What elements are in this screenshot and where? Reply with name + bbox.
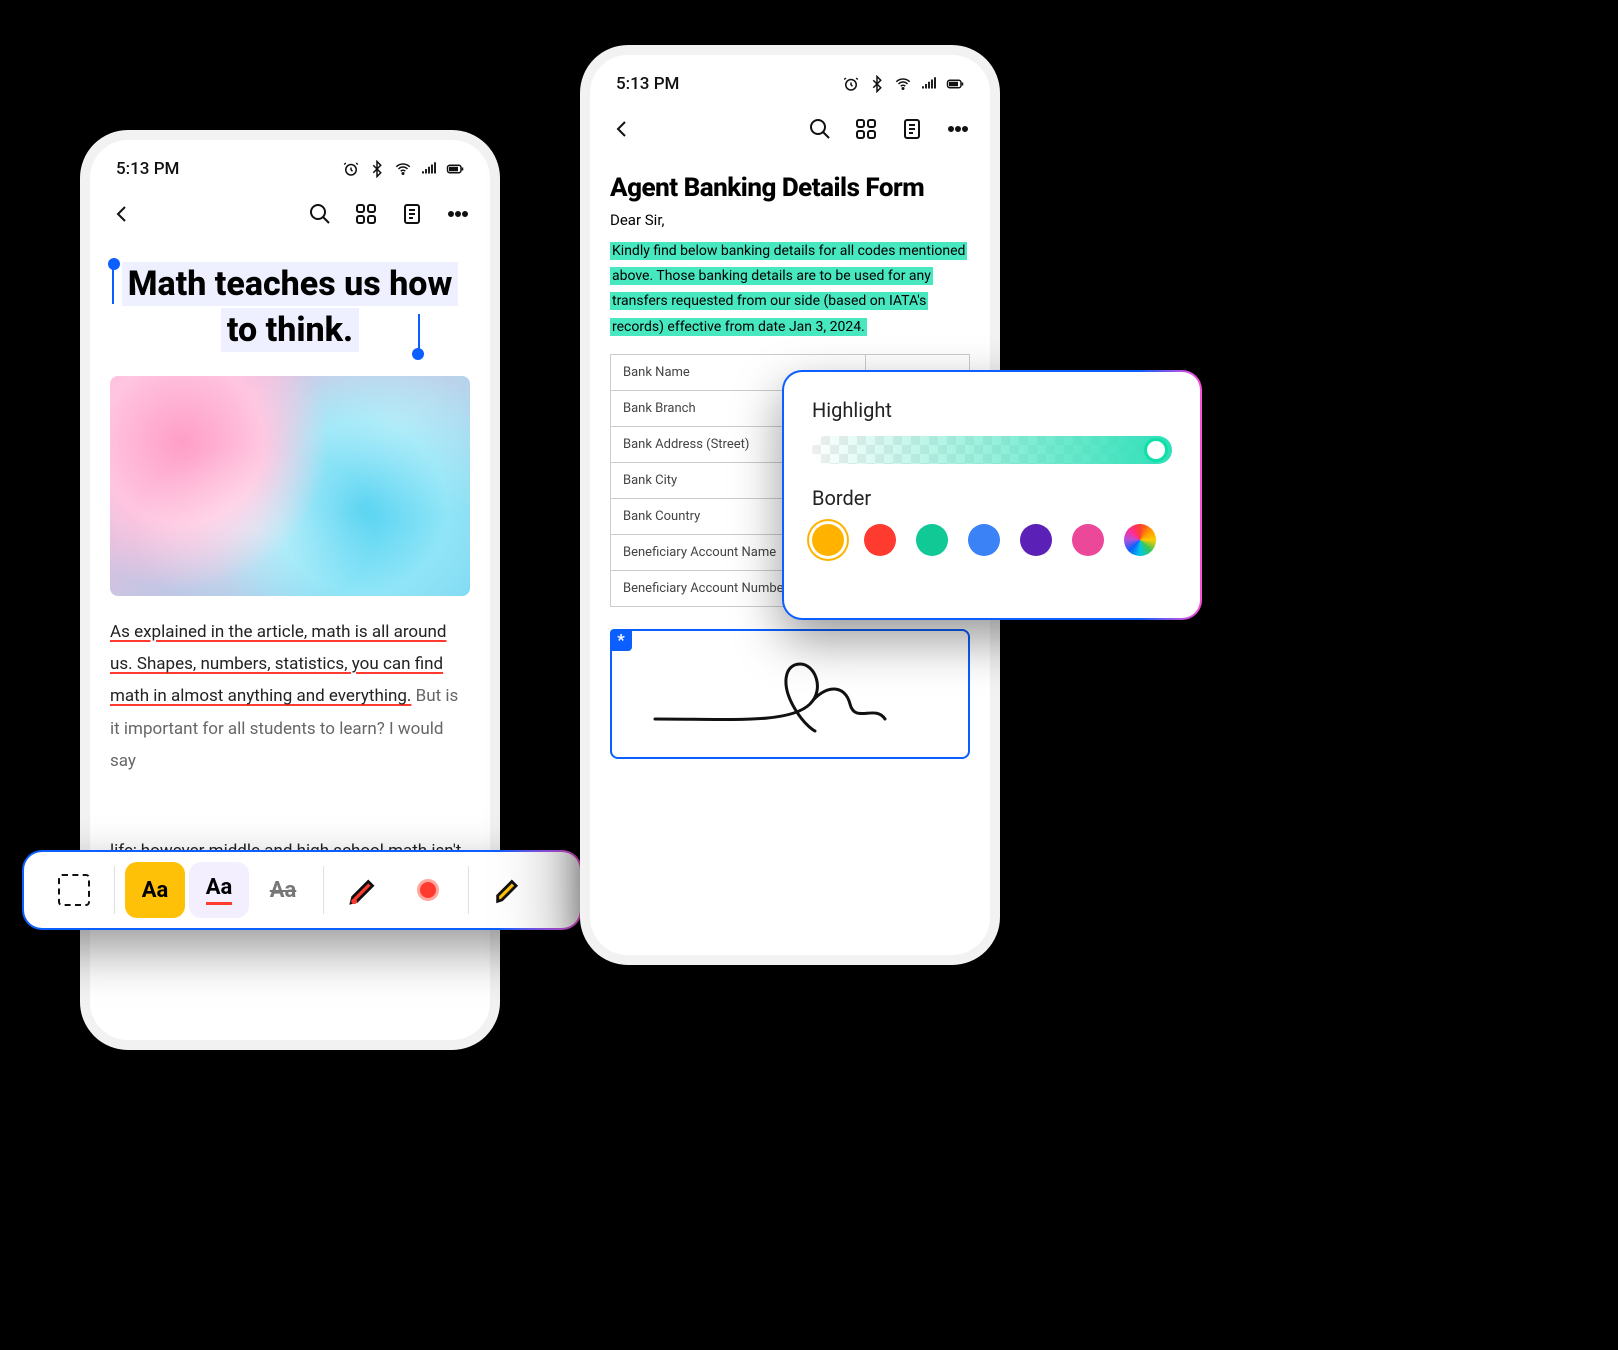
battery-icon <box>946 75 964 93</box>
highlighter-tool-button[interactable] <box>479 862 539 918</box>
highlight-label: Aa <box>142 878 169 903</box>
color-swatches <box>812 524 1172 556</box>
required-badge: * <box>610 629 632 651</box>
separator <box>468 866 469 914</box>
more-icon[interactable] <box>946 117 970 141</box>
select-area-button[interactable] <box>44 862 104 918</box>
back-icon[interactable] <box>610 117 634 141</box>
separator <box>114 866 115 914</box>
page-icon[interactable] <box>900 117 924 141</box>
search-icon[interactable] <box>308 202 332 226</box>
separator <box>323 866 324 914</box>
wifi-icon <box>894 75 912 93</box>
form-title: Agent Banking Details Form <box>610 173 970 203</box>
color-swatch[interactable] <box>916 524 948 556</box>
document-body-paragraph: As explained in the article, math is all… <box>110 616 470 777</box>
top-nav <box>610 103 970 155</box>
grid-icon[interactable] <box>854 117 878 141</box>
pen-tool-button[interactable] <box>334 862 394 918</box>
page-icon[interactable] <box>400 202 424 226</box>
selection-handle-start-icon[interactable] <box>108 258 120 270</box>
slider-knob-icon[interactable] <box>1144 438 1168 462</box>
battery-icon <box>446 160 464 178</box>
wifi-icon <box>394 160 412 178</box>
alarm-icon <box>842 75 860 93</box>
color-swatch[interactable] <box>1020 524 1052 556</box>
border-section-label: Border <box>812 486 1172 510</box>
status-bar: 5:13 PM <box>610 71 970 97</box>
status-bar: 5:13 PM <box>110 156 470 182</box>
form-intro-highlighted: Kindly find below banking details for al… <box>610 239 970 340</box>
grid-icon[interactable] <box>354 202 378 226</box>
custom-color-swatch[interactable] <box>1124 524 1156 556</box>
underlined-text: As explained in the article, math is all… <box>110 622 446 707</box>
pen-icon <box>347 873 381 907</box>
search-icon[interactable] <box>808 117 832 141</box>
color-swatch[interactable] <box>864 524 896 556</box>
dashed-square-icon <box>58 874 90 906</box>
selection-handle-end-icon[interactable] <box>412 348 424 360</box>
status-time: 5:13 PM <box>616 74 679 94</box>
signal-icon <box>920 75 938 93</box>
top-nav <box>110 188 470 240</box>
underline-label: Aa <box>206 875 233 905</box>
format-toolbar: Aa Aa Aa <box>22 850 582 930</box>
signature-field[interactable]: * <box>610 629 970 759</box>
back-icon[interactable] <box>110 202 134 226</box>
highlight-section-label: Highlight <box>812 398 1172 422</box>
status-icons <box>842 75 964 93</box>
status-time: 5:13 PM <box>116 159 179 179</box>
status-icons <box>342 160 464 178</box>
strikethrough-style-button[interactable]: Aa <box>253 862 313 918</box>
red-dot-icon <box>417 879 439 901</box>
strike-label: Aa <box>270 878 297 903</box>
bluetooth-icon <box>368 160 386 178</box>
color-swatch[interactable] <box>968 524 1000 556</box>
signal-icon <box>420 160 438 178</box>
brush-color-button[interactable] <box>398 862 458 918</box>
underline-style-button[interactable]: Aa <box>189 862 249 918</box>
alarm-icon <box>342 160 360 178</box>
highlight-style-button[interactable]: Aa <box>125 862 185 918</box>
more-icon[interactable] <box>446 202 470 226</box>
document-heading-selection[interactable]: Math teaches us how to think. <box>110 262 470 354</box>
bluetooth-icon <box>868 75 886 93</box>
highlight-opacity-slider[interactable] <box>812 436 1172 464</box>
highlighter-icon <box>492 873 526 907</box>
style-popup: Highlight Border <box>782 370 1202 620</box>
document-heading: Math teaches us how to think. <box>122 262 459 352</box>
highlighted-text: Kindly find below banking details for al… <box>610 242 967 336</box>
hero-image <box>110 376 470 596</box>
signature-icon <box>650 649 930 739</box>
color-swatch[interactable] <box>1072 524 1104 556</box>
color-swatch[interactable] <box>812 524 844 556</box>
form-salutation: Dear Sir, <box>610 211 970 229</box>
